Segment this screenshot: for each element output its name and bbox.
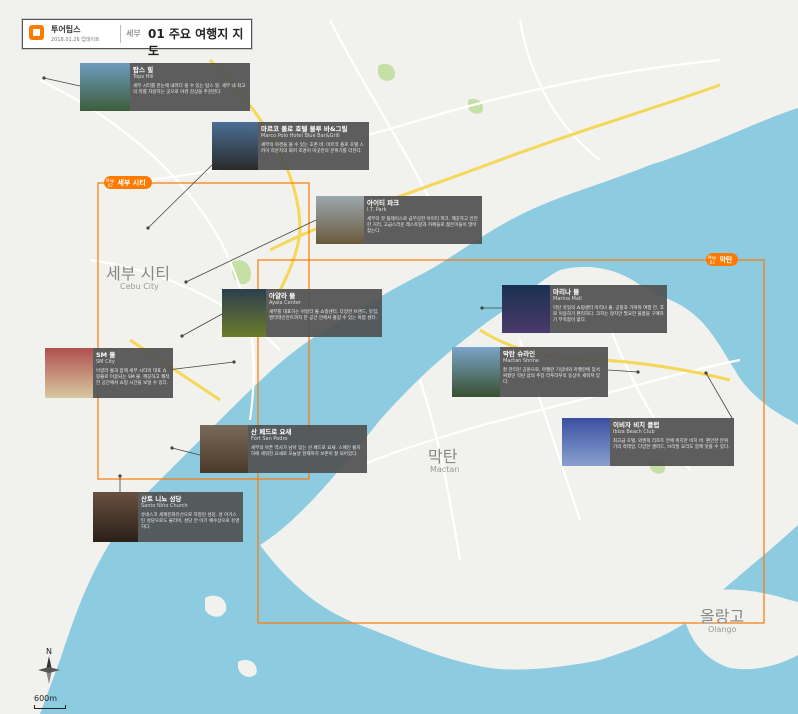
place-name: 아얄라 몰 xyxy=(269,292,296,300)
place-name: SM 몰 xyxy=(96,351,116,359)
region-label: 세부 xyxy=(126,29,141,38)
place-photo xyxy=(562,418,610,466)
place-photo xyxy=(45,348,93,398)
place-callout-fort-san-pedro[interactable]: 산 페드로 요새 Fort San Pedro 세부의 아픈 역사가 남아 있는… xyxy=(200,425,367,473)
title-box: 투어팁스 2018.01.26 업데이트 세부 01 주요 여행지 지도 xyxy=(22,19,252,58)
compass-icon: N xyxy=(38,647,60,684)
place-desc: 세부의 아픈 역사가 남아 있는 산 페드로 요새. 스페인 통치 하에 세워진… xyxy=(251,446,361,457)
place-desc: 유네스코 세계문화유산으로 지정된 성당. 성 어거스틴 성당으로도 불리며, … xyxy=(141,513,240,530)
place-desc: 세부 시티를 한눈에 내려다 볼 수 있는 탑스 힐. 세부 내 최고의 뷰를 … xyxy=(133,84,246,95)
place-desc: 세부의 야경을 볼 수 있는 호존 바. 마르코 폴로 호텔 스카이 라운지의 … xyxy=(261,143,364,154)
place-name: 이비자 비치 클럽 xyxy=(613,421,660,429)
place-callout-tops-hill[interactable]: 탑스 힐 Tops Hill 세부 시티를 한눈에 내려다 볼 수 있는 탑스 … xyxy=(80,63,250,111)
place-photo xyxy=(93,492,138,542)
place-name-en: Tops Hill xyxy=(133,74,154,80)
place-desc: 아얄라 몰과 함께 세부 시티의 대표 쇼핑몰로 이용되는 SM 몰. 깨끗하고… xyxy=(96,369,170,386)
place-name: 마리나 몰 xyxy=(553,288,580,296)
map-badge-name: 세부 시티 xyxy=(117,178,146,187)
place-photo xyxy=(502,285,550,333)
place-name-en: Ibiza Beach Club xyxy=(613,429,655,435)
place-name: 막탄 슈라인 xyxy=(503,350,536,358)
map-title: 01 주요 여행지 지도 xyxy=(148,27,244,58)
place-desc: 세부를 대표하는 아얄라 몰 쇼핑센터. 다양한 브랜드, 맛집, 엔터테인먼트… xyxy=(269,310,379,321)
place-name-en: Marina Mall xyxy=(553,296,582,302)
brand-logo-icon xyxy=(29,25,44,40)
place-desc: 잘 관리된 공원으로, 마젤란 기념비와 마젤란에 맞서 싸웠던 막탄 섬의 추… xyxy=(503,368,600,385)
map-badge-prefix: Map xyxy=(106,177,115,183)
city-label-cebu: 세부 시티 xyxy=(106,264,170,283)
place-callout-ibiza-beach-club[interactable]: 이비자 비치 클럽 Ibiza Beach Club 최고급 호텔, 뫼벤픽 리… xyxy=(562,418,734,466)
place-desc: 세부의 핫 플레이스로 급부상한 아이티 파크. 깨끗하고 안전한 거리, 고급… xyxy=(367,217,478,234)
place-photo xyxy=(212,122,258,170)
place-callout-mactan-shrine[interactable]: 막탄 슈라인 Mactan Shrine 잘 관리된 공원으로, 마젤란 기념비… xyxy=(452,347,608,397)
city-label-mactan-en: Mactan xyxy=(430,465,460,474)
place-name-en: Mactan Shrine xyxy=(503,358,539,364)
place-name: 마르코 폴로 호텔 블루 바&그릴 xyxy=(261,125,348,133)
place-callout-ayala[interactable]: 아얄라 몰 Ayala Center 세부를 대표하는 아얄라 몰 쇼핑센터. … xyxy=(222,289,382,337)
place-name-en: Fort San Pedro xyxy=(251,436,288,442)
city-label-cebu-en: Cebu City xyxy=(120,282,159,291)
place-name-en: SM City xyxy=(96,359,115,365)
title-divider xyxy=(120,25,121,43)
place-name: 탑스 힐 xyxy=(133,66,154,74)
map-badge-name: 막탄 xyxy=(719,255,733,264)
map-badge-mactan: Map 03 막탄 xyxy=(706,253,739,266)
scale-bar xyxy=(34,705,66,709)
place-name-en: I.T. Park xyxy=(367,207,387,213)
place-photo xyxy=(452,347,500,397)
compass-north-label: N xyxy=(46,647,52,656)
place-photo xyxy=(200,425,248,473)
city-label-olango: 올랑고 xyxy=(700,607,745,626)
map-badge-number: 02 xyxy=(107,182,113,188)
place-callout-marina-mall[interactable]: 마리나 몰 Marina Mall 막탄 유일의 쇼핑센터 마리나 몰. 공항과… xyxy=(502,285,667,333)
place-callout-marco-polo[interactable]: 마르코 폴로 호텔 블루 바&그릴 Marco Polo Hotel Blue … xyxy=(212,122,369,170)
city-label-mactan: 막탄 xyxy=(428,447,458,466)
scale-label: 600m xyxy=(34,694,58,703)
place-callout-santo-nino[interactable]: 산토 니뇨 성당 Santo Niño Church 유네스코 세계문화유산으로… xyxy=(93,492,243,542)
place-desc: 막탄 유일의 쇼핑센터 마리나 몰. 공항과 가까워 여행 전, 후로 이용하기… xyxy=(553,306,664,323)
place-photo xyxy=(222,289,266,337)
map-badge-number: 03 xyxy=(709,259,715,265)
map-badge-prefix: Map xyxy=(708,254,717,260)
place-callout-sm-city[interactable]: SM 몰 SM City 아얄라 몰과 함께 세부 시티의 대표 쇼핑몰로 이용… xyxy=(45,348,173,398)
map-badge-cebu-city: Map 02 세부 시티 xyxy=(104,176,152,189)
place-name-en: Santo Niño Church xyxy=(141,503,188,509)
place-name: 산토 니뇨 성당 xyxy=(141,495,182,503)
place-photo xyxy=(316,196,364,244)
place-callout-it-park[interactable]: 아이티 파크 I.T. Park 세부의 핫 플레이스로 급부상한 아이티 파크… xyxy=(316,196,482,244)
place-name-en: Marco Polo Hotel Blue Bar&Grill xyxy=(261,133,340,139)
place-name: 아이티 파크 xyxy=(367,199,400,207)
place-name: 산 페드로 요새 xyxy=(251,428,292,436)
place-photo xyxy=(80,63,130,111)
update-date: 2018.01.26 업데이트 xyxy=(51,37,100,43)
brand-name: 투어팁스 xyxy=(51,25,81,34)
place-name-en: Ayala Center xyxy=(269,300,301,306)
place-desc: 최고급 호텔, 뫼벤픽 리조트 안에 위치한 비치 바. 편안한 분위기의 칵테… xyxy=(613,439,730,450)
city-label-olango-en: Olango xyxy=(708,625,737,634)
